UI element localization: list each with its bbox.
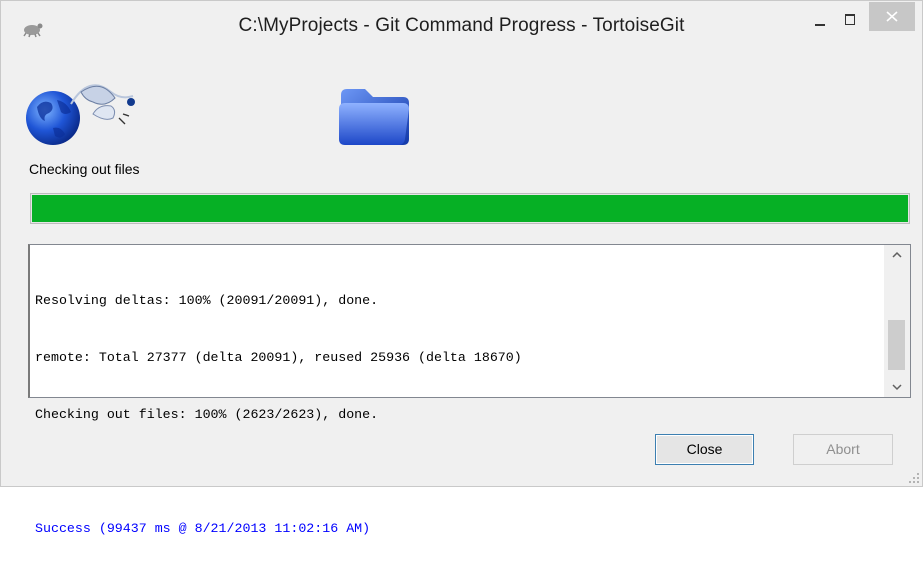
progress-bar	[30, 193, 910, 224]
output-log[interactable]: Resolving deltas: 100% (20091/20091), do…	[28, 244, 911, 536]
success-line: Success (99437 ms @ 8/21/2013 11:02:16 A…	[35, 521, 371, 536]
progress-fill	[32, 195, 908, 222]
maximize-button[interactable]	[837, 9, 863, 31]
scroll-down-button[interactable]	[884, 377, 910, 397]
title-bar[interactable]: C:\MyProjects - Git Command Progress - T…	[1, 1, 922, 57]
vertical-scrollbar[interactable]	[884, 245, 910, 397]
close-window-button[interactable]	[869, 2, 915, 31]
abort-button[interactable]: Abort	[793, 434, 893, 465]
folder-icon	[339, 89, 409, 145]
log-line: remote: Total 27377 (delta 20091), reuse…	[35, 350, 522, 365]
scroll-thumb[interactable]	[888, 320, 905, 370]
log-text: Resolving deltas: 100% (20091/20091), do…	[35, 253, 882, 576]
chevron-down-icon	[892, 384, 902, 391]
progress-window: C:\MyProjects - Git Command Progress - T…	[0, 0, 923, 536]
minimize-button[interactable]	[807, 9, 833, 31]
scroll-up-button[interactable]	[884, 245, 910, 265]
log-line: Resolving deltas: 100% (20091/20091), do…	[35, 293, 379, 308]
globe-icon	[26, 84, 135, 145]
close-icon	[886, 11, 898, 22]
log-spacer	[35, 462, 882, 481]
window-title: C:\MyProjects - Git Command Progress - T…	[238, 15, 685, 36]
log-line: Checking out files: 100% (2623/2623), do…	[35, 407, 379, 422]
chevron-up-icon	[892, 251, 902, 258]
close-button[interactable]: Close	[655, 434, 754, 465]
resize-grip-icon[interactable]	[908, 472, 920, 484]
status-label: Checking out files	[29, 161, 140, 177]
